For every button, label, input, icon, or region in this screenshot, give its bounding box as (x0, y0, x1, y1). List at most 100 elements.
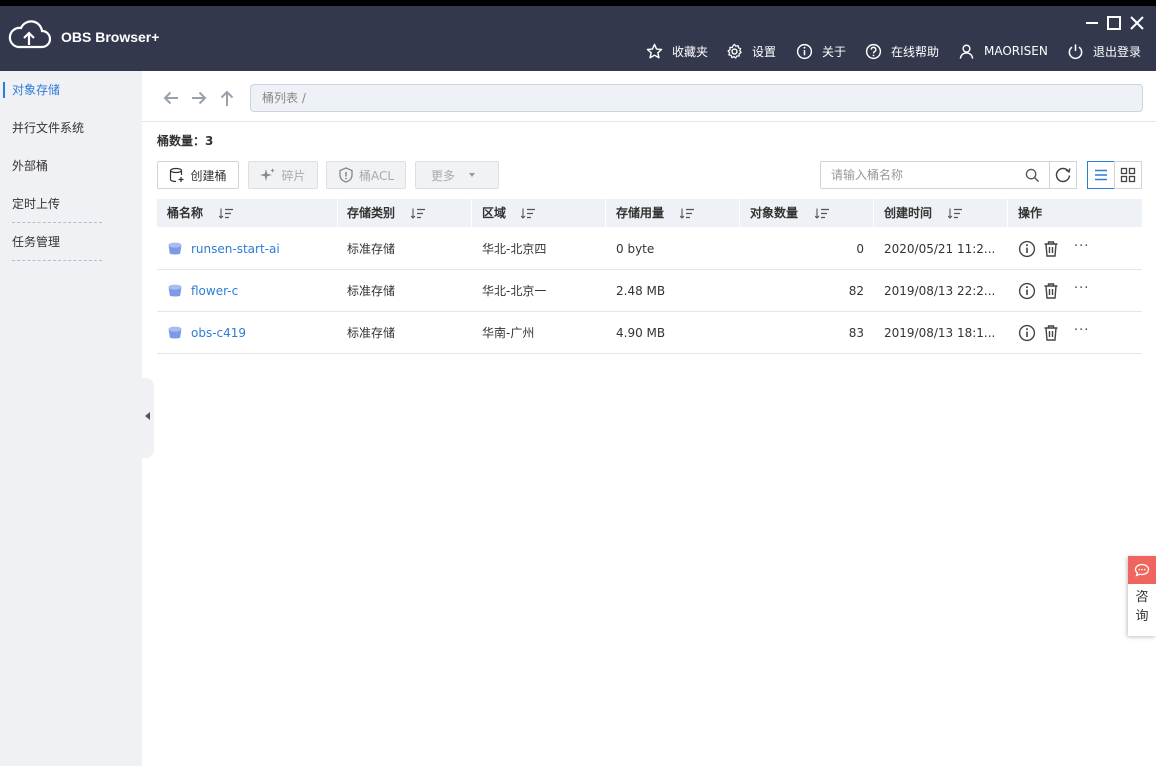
column-header-actions: 操作 (1018, 206, 1043, 220)
user-name: MAORISEN (984, 44, 1048, 58)
column-header-region-label: 区域 (482, 206, 507, 220)
more-actions-icon[interactable]: ··· (1074, 228, 1104, 270)
back-arrow-icon[interactable] (162, 88, 180, 108)
fragments-label: 碎片 (281, 168, 306, 183)
forward-arrow-icon[interactable] (190, 88, 208, 108)
sidebar-item-scheduled-upload[interactable]: 定时上传 (12, 194, 102, 214)
search-box (820, 161, 1050, 189)
sort-icon[interactable] (521, 208, 535, 219)
column-header-name[interactable]: 桶名称 (167, 199, 327, 227)
bucket-name-link[interactable]: runsen-start-ai (191, 228, 331, 270)
table-row[interactable]: runsen-start-ai 标准存储 华北-北京四 0 byte 0 202… (157, 228, 1142, 270)
close-icon[interactable] (1128, 14, 1146, 32)
help-button[interactable]: 在线帮助 (865, 41, 939, 61)
table-row[interactable]: obs-c419 标准存储 华南-广州 4.90 MB 83 2019/08/1… (157, 312, 1142, 354)
sidebar-collapse-handle[interactable] (142, 378, 154, 458)
sidebar-item-object-storage[interactable]: 对象存储 (12, 80, 102, 100)
bucket-name-link[interactable]: flower-c (191, 270, 331, 312)
table-header: 桶名称 存储类别 区域 存储用量 对象数量 创建时间 操作 (157, 199, 1142, 227)
delete-icon[interactable] (1042, 240, 1060, 258)
consult-button[interactable]: 咨 询 (1128, 556, 1156, 636)
consult-label-line2: 询 (1135, 609, 1149, 624)
bucket-acl-label: 桶ACL (358, 168, 395, 183)
create-bucket-icon (170, 167, 184, 183)
created-cell: 2019/08/13 18:1... (884, 326, 996, 340)
refresh-button[interactable] (1049, 161, 1077, 189)
app-title: OBS Browser+ (61, 29, 160, 45)
object-count-cell: 82 (848, 284, 864, 298)
bucket-icon (168, 242, 182, 255)
column-header-created-label: 创建时间 (884, 206, 933, 220)
column-header-object-count-label: 对象数量 (750, 206, 799, 220)
sidebar-divider (12, 260, 102, 261)
about-button[interactable]: 关于 (796, 41, 846, 61)
column-header-storage-class[interactable]: 存储类别 (347, 199, 467, 227)
sidebar-item-parallel-fs[interactable]: 并行文件系统 (12, 118, 102, 138)
column-separator (337, 199, 338, 227)
region-cell: 华北-北京一 (482, 284, 547, 298)
column-header-usage[interactable]: 存储用量 (616, 199, 736, 227)
column-header-storage-class-label: 存储类别 (347, 206, 396, 220)
title-bar: OBS Browser+ 收藏夹 设置 关于 在线帮助 MAORISEN 退出登… (0, 6, 1156, 71)
object-count-cell: 83 (848, 326, 864, 340)
settings-button[interactable]: 设置 (726, 41, 776, 61)
column-header-created[interactable]: 创建时间 (884, 199, 1004, 227)
fragments-button[interactable]: 碎片 (248, 161, 318, 189)
sort-icon[interactable] (680, 208, 694, 219)
sort-desc-icon[interactable] (948, 208, 962, 219)
sidebar-item-external-bucket[interactable]: 外部桶 (12, 156, 102, 176)
grid-view-button[interactable] (1114, 161, 1142, 189)
usage-cell: 2.48 MB (616, 284, 666, 298)
column-header-region[interactable]: 区域 (482, 199, 602, 227)
search-icon[interactable] (1025, 168, 1040, 183)
more-label: 更多 (430, 168, 455, 183)
breadcrumb[interactable]: 桶列表 / (250, 84, 1143, 112)
more-dropdown[interactable]: 更多 (415, 161, 499, 189)
usage-cell: 0 byte (616, 242, 655, 256)
bucket-acl-button[interactable]: 桶ACL (326, 161, 406, 189)
sidebar-item-task-management[interactable]: 任务管理 (12, 232, 102, 252)
created-cell: 2020/05/21 11:2... (884, 242, 996, 256)
up-arrow-icon[interactable] (218, 88, 236, 108)
sparkle-icon (260, 168, 276, 181)
sort-icon[interactable] (815, 208, 829, 219)
usage-cell: 4.90 MB (616, 326, 666, 340)
storage-class-cell: 标准存储 (347, 284, 396, 298)
more-actions-icon[interactable]: ··· (1074, 312, 1104, 354)
created-cell: 2019/08/13 22:2... (884, 284, 996, 298)
storage-class-cell: 标准存储 (347, 242, 396, 256)
info-icon[interactable] (1018, 240, 1036, 258)
logout-button[interactable]: 退出登录 (1067, 41, 1141, 61)
column-separator (739, 199, 740, 227)
minimize-icon[interactable] (1083, 14, 1101, 32)
column-separator (873, 199, 874, 227)
delete-icon[interactable] (1042, 324, 1060, 342)
column-header-object-count[interactable]: 对象数量 (750, 199, 870, 227)
bucket-name-link[interactable]: obs-c419 (191, 312, 331, 354)
about-label: 关于 (822, 44, 847, 59)
create-bucket-button[interactable]: 创建桶 (157, 161, 239, 189)
favorites-button[interactable]: 收藏夹 (646, 41, 708, 61)
delete-icon[interactable] (1042, 282, 1060, 300)
bucket-icon (168, 326, 182, 339)
info-icon[interactable] (1018, 324, 1036, 342)
cloud-upload-logo-icon (8, 20, 52, 49)
more-actions-icon[interactable]: ··· (1074, 270, 1104, 312)
table-row[interactable]: flower-c 标准存储 华北-北京一 2.48 MB 82 2019/08/… (157, 270, 1142, 312)
power-icon (1068, 43, 1083, 59)
user-menu[interactable]: MAORISEN (958, 41, 1048, 61)
sidebar-divider (12, 222, 102, 223)
star-icon (646, 43, 663, 58)
search-input[interactable] (821, 162, 1016, 188)
list-view-button[interactable] (1087, 161, 1115, 189)
info-icon[interactable] (1018, 282, 1036, 300)
maximize-icon[interactable] (1105, 14, 1123, 32)
sort-icon[interactable] (411, 208, 425, 219)
list-view-icon (1095, 169, 1107, 181)
object-count-cell: 0 (856, 242, 864, 256)
favorites-label: 收藏夹 (672, 44, 709, 59)
active-indicator (3, 82, 5, 98)
logout-label: 退出登录 (1093, 44, 1142, 59)
sort-icon[interactable] (219, 208, 233, 219)
shield-icon (339, 167, 353, 183)
